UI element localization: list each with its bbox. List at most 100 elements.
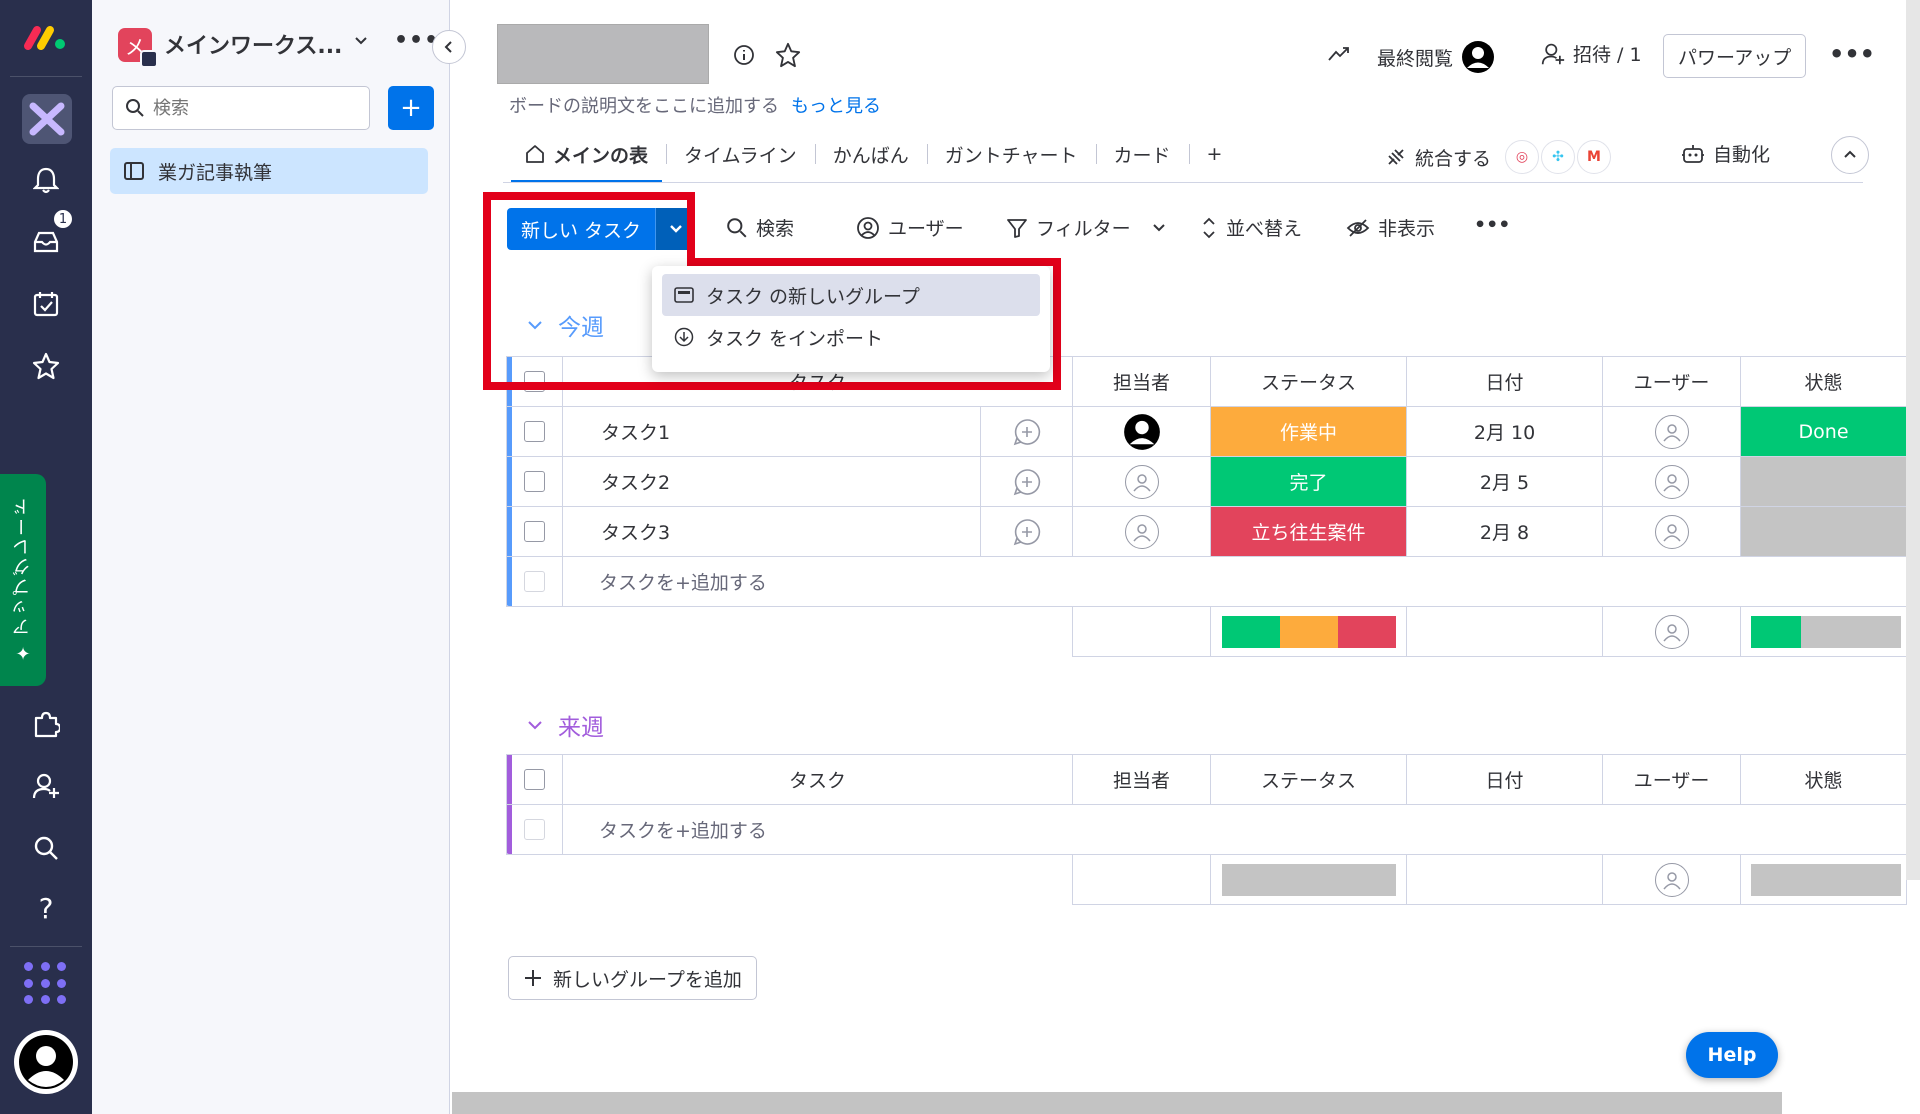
- owner-cell[interactable]: [1072, 406, 1212, 457]
- add-update-cell[interactable]: [979, 456, 1074, 507]
- collapse-sidebar-button[interactable]: [432, 30, 466, 64]
- column-header-user[interactable]: ユーザー: [1602, 754, 1742, 805]
- vertical-scrollbar[interactable]: [1906, 0, 1920, 880]
- status-cell[interactable]: 立ち往生案件: [1210, 506, 1408, 557]
- description-text[interactable]: ボードの説明文をここに追加する: [509, 96, 779, 117]
- date-cell[interactable]: 2月 8: [1406, 506, 1604, 557]
- collapse-header-button[interactable]: [1831, 136, 1869, 174]
- status-cell[interactable]: 完了: [1210, 456, 1408, 507]
- column-header-owner[interactable]: 担当者: [1072, 754, 1212, 805]
- state-summary-bar[interactable]: [1751, 615, 1902, 648]
- board-description[interactable]: ボードの説明文をここに追加する もっと見る: [509, 92, 881, 118]
- help-button[interactable]: Help: [1686, 1032, 1778, 1078]
- activity-icon[interactable]: [1327, 44, 1351, 64]
- tab-kanban[interactable]: かんばん: [814, 138, 927, 170]
- summary-status-cell[interactable]: [1210, 854, 1408, 905]
- search-icon[interactable]: [22, 824, 70, 872]
- state-summary-bar[interactable]: [1751, 863, 1902, 896]
- user-cell[interactable]: [1602, 406, 1742, 457]
- sidebar-search-input[interactable]: [153, 97, 353, 119]
- chevron-down-icon[interactable]: [526, 716, 544, 734]
- tab-cards[interactable]: カード: [1095, 138, 1189, 170]
- summary-state-cell[interactable]: [1740, 606, 1908, 657]
- task-name-cell[interactable]: タスク1: [562, 406, 981, 457]
- tab-gantt[interactable]: ガントチャート: [926, 138, 1096, 170]
- add-item-button[interactable]: +: [388, 86, 434, 130]
- add-task-input[interactable]: タスクを+追加する: [561, 804, 1908, 855]
- column-header-status[interactable]: ステータス: [1210, 356, 1408, 407]
- board-title-redacted[interactable]: [497, 24, 709, 84]
- date-cell[interactable]: 2月 10: [1406, 406, 1604, 457]
- last-viewed[interactable]: 最終閲覧: [1377, 40, 1495, 74]
- checkbox[interactable]: [524, 769, 545, 790]
- table-row[interactable]: タスク2 完了 2月 5: [506, 456, 1908, 507]
- menu-item-import[interactable]: タスク をインポート: [662, 316, 1040, 358]
- column-header-state[interactable]: 状態: [1740, 754, 1908, 805]
- toolbar-more-icon[interactable]: •••: [1474, 214, 1510, 236]
- task-name-cell[interactable]: タスク3: [562, 506, 981, 557]
- apps-puzzle-icon[interactable]: [22, 700, 70, 748]
- toolbar-hide[interactable]: 非表示: [1346, 214, 1435, 241]
- integrate-button[interactable]: 統合する ◎ ✣ M: [1385, 140, 1612, 174]
- state-cell[interactable]: Done: [1740, 406, 1908, 457]
- apps-grid-icon[interactable]: [24, 962, 68, 1006]
- workspace-name[interactable]: メインワークス...: [164, 28, 342, 60]
- add-task-row[interactable]: タスクを+追加する: [506, 804, 1908, 855]
- toolbar-search[interactable]: 検索: [726, 214, 794, 241]
- chevron-down-icon[interactable]: [352, 32, 370, 50]
- checkbox[interactable]: [524, 521, 545, 542]
- add-task-input[interactable]: タスクを+追加する: [561, 556, 1908, 607]
- table-row[interactable]: タスク3 立ち往生案件 2月 8: [506, 506, 1908, 557]
- board-more-icon[interactable]: •••: [1829, 40, 1875, 68]
- status-summary-bar[interactable]: [1221, 615, 1396, 648]
- group-title-next-week[interactable]: 来週: [526, 708, 604, 742]
- info-icon[interactable]: [733, 44, 755, 66]
- toolbar-user-filter[interactable]: ユーザー: [856, 214, 964, 241]
- user-cell[interactable]: [1602, 506, 1742, 557]
- status-cell[interactable]: 作業中: [1210, 406, 1408, 457]
- task-name-cell[interactable]: タスク2: [562, 456, 981, 507]
- horizontal-scrollbar[interactable]: [452, 1092, 1782, 1114]
- my-work-icon[interactable]: [22, 280, 70, 328]
- summary-state-cell[interactable]: [1740, 854, 1908, 905]
- see-more-link[interactable]: もっと見る: [791, 96, 881, 117]
- invite-button[interactable]: 招待 / 1: [1541, 40, 1642, 67]
- add-task-row[interactable]: タスクを+追加する: [506, 556, 1908, 607]
- star-icon[interactable]: [775, 42, 801, 68]
- column-header-date[interactable]: 日付: [1406, 356, 1604, 407]
- add-update-icon[interactable]: [1012, 417, 1042, 447]
- add-update-icon[interactable]: [1012, 517, 1042, 547]
- toolbar-sort[interactable]: 並べ替え: [1200, 214, 1302, 241]
- select-all-cell[interactable]: [506, 754, 563, 805]
- state-cell[interactable]: [1740, 456, 1908, 507]
- sidebar-item-board[interactable]: 業ガ記事執筆: [110, 148, 428, 194]
- menu-item-new-group[interactable]: タスク の新しいグループ: [662, 274, 1040, 316]
- add-new-group-button[interactable]: 新しいグループを追加: [508, 956, 757, 1000]
- help-question-icon[interactable]: ?: [22, 884, 70, 932]
- date-cell[interactable]: 2月 5: [1406, 456, 1604, 507]
- column-header-status[interactable]: ステータス: [1210, 754, 1408, 805]
- checkbox[interactable]: [524, 421, 545, 442]
- chevron-down-icon[interactable]: [1151, 220, 1167, 236]
- summary-status-cell[interactable]: [1210, 606, 1408, 657]
- add-update-cell[interactable]: [979, 406, 1074, 457]
- upgrade-button[interactable]: アップグレード ✦: [0, 474, 46, 686]
- table-row[interactable]: タスク1 作業中 2月 10 Done: [506, 406, 1908, 457]
- power-up-button[interactable]: パワーアップ: [1663, 34, 1807, 78]
- sidebar-search[interactable]: [112, 86, 370, 130]
- user-avatar-icon[interactable]: [14, 1030, 78, 1094]
- favorites-star-icon[interactable]: [22, 342, 70, 390]
- column-header-owner[interactable]: 担当者: [1072, 356, 1212, 407]
- state-cell[interactable]: [1740, 506, 1908, 557]
- bell-icon[interactable]: [22, 156, 70, 204]
- add-view-button[interactable]: +: [1188, 138, 1241, 170]
- workspace-board-icon[interactable]: [22, 94, 72, 144]
- column-header-task[interactable]: タスク: [561, 754, 1074, 805]
- automate-button[interactable]: 自動化: [1681, 140, 1770, 167]
- toolbar-filter[interactable]: フィルター: [1006, 214, 1167, 241]
- column-header-user[interactable]: ユーザー: [1602, 356, 1742, 407]
- column-header-date[interactable]: 日付: [1406, 754, 1604, 805]
- invite-user-icon[interactable]: [22, 762, 70, 810]
- checkbox[interactable]: [524, 471, 545, 492]
- add-update-icon[interactable]: [1012, 467, 1042, 497]
